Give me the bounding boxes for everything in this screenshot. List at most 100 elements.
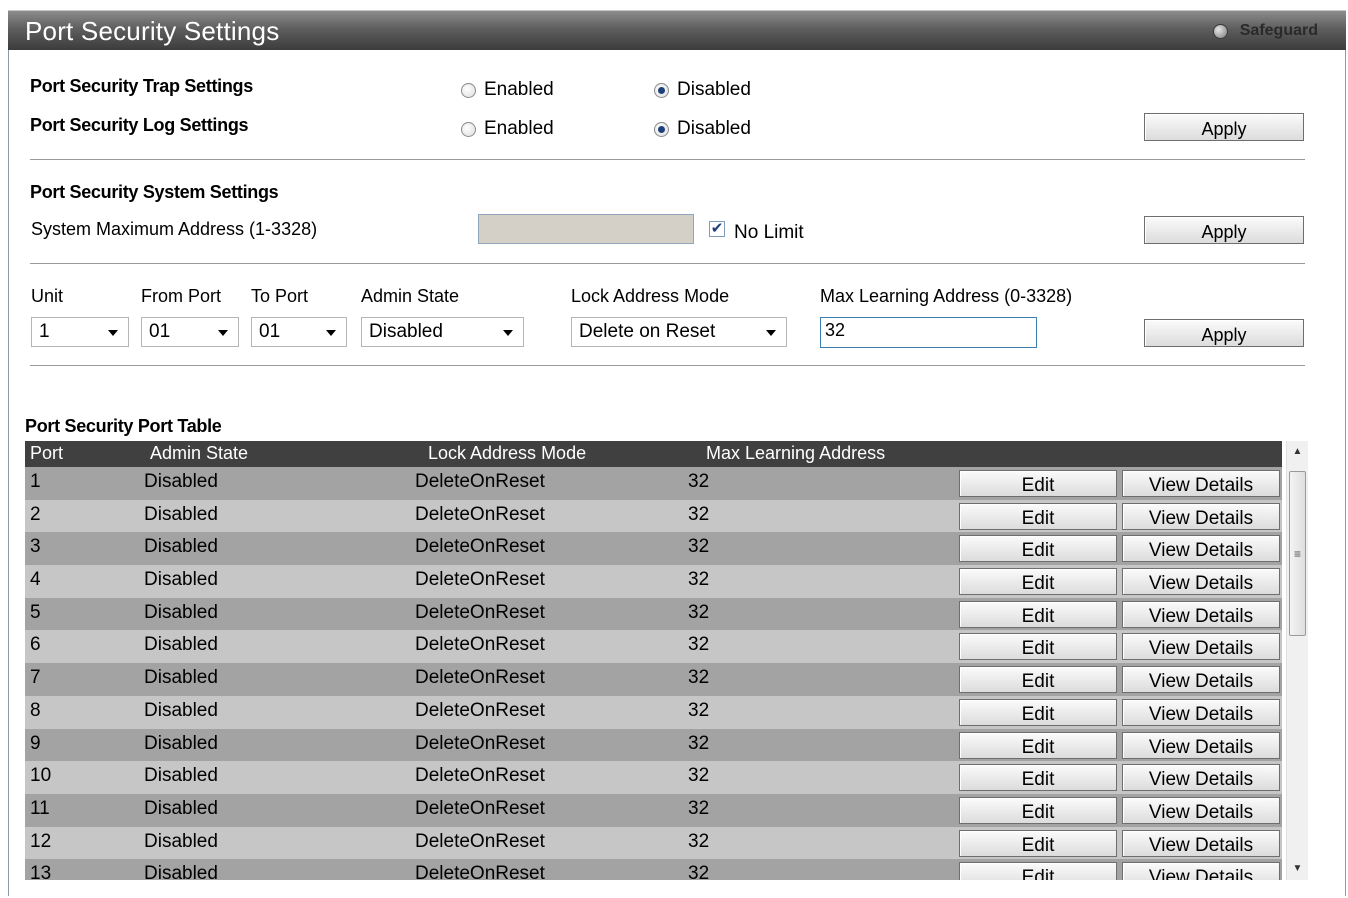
view-details-button[interactable]: View Details (1122, 731, 1280, 759)
table-row: 6 Disabled DeleteOnReset 32 Edit View Details (25, 630, 1282, 664)
admin-state-select-value: Disabled (369, 321, 443, 342)
cell-admin-state: Disabled (144, 699, 218, 721)
edit-button[interactable]: Edit (959, 535, 1117, 563)
scroll-down-arrow-icon[interactable]: ▼ (1287, 858, 1308, 880)
column-header-admin-state: Admin State (150, 443, 249, 463)
max-learning-label: Max Learning Address (0-3328) (820, 286, 1073, 306)
no-limit-label: No Limit (734, 222, 804, 243)
trap-disabled-radio[interactable] (654, 82, 669, 98)
trap-enabled-radio[interactable] (461, 82, 476, 98)
cell-max-learning: 32 (688, 863, 710, 880)
edit-button[interactable]: Edit (959, 764, 1117, 792)
from-port-label: From Port (141, 286, 222, 306)
edit-button[interactable]: Edit (959, 666, 1117, 694)
view-details-button[interactable]: View Details (1122, 666, 1280, 694)
log-disabled-radio[interactable] (654, 121, 669, 137)
scroll-thumb[interactable]: ≡ (1289, 471, 1306, 636)
system-max-address-input[interactable] (478, 214, 694, 244)
table-row: 2 Disabled DeleteOnReset 32 Edit View Details (25, 499, 1282, 533)
system-settings-apply-button[interactable]: Apply (1144, 216, 1304, 244)
edit-button[interactable]: Edit (959, 600, 1117, 628)
from-port-select[interactable]: 01 (141, 317, 239, 347)
divider (30, 263, 1305, 264)
from-port-select-value: 01 (149, 321, 171, 342)
view-details-button[interactable]: View Details (1122, 568, 1280, 596)
edit-button[interactable]: Edit (959, 829, 1117, 857)
view-details-button[interactable]: View Details (1122, 764, 1280, 792)
to-port-select[interactable]: 01 (251, 317, 347, 347)
table-row: 7 Disabled DeleteOnReset 32 Edit View Details (25, 663, 1282, 696)
log-enabled-radio[interactable] (461, 121, 476, 137)
lock-mode-select[interactable]: Delete on Reset (571, 317, 787, 347)
cell-lock-mode: DeleteOnReset (415, 863, 545, 880)
log-disabled-radio-group[interactable]: Disabled (654, 118, 751, 140)
port-table-title: Port Security Port Table (25, 416, 222, 436)
cell-port: 3 (30, 536, 41, 558)
cell-lock-mode: DeleteOnReset (415, 667, 545, 689)
cell-admin-state: Disabled (144, 569, 218, 591)
no-limit-checkbox[interactable]: ✔ (709, 221, 725, 237)
edit-button[interactable]: Edit (959, 796, 1117, 824)
table-row: 11 Disabled DeleteOnReset 32 Edit View Detail… (25, 793, 1282, 827)
cell-port: 1 (30, 471, 41, 492)
lock-mode-label: Lock Address Mode (571, 286, 730, 306)
system-max-address-label: System Maximum Address (1-3328) (31, 219, 318, 239)
table-row: 5 Disabled DeleteOnReset 32 Edit View Details (25, 597, 1282, 631)
edit-button[interactable]: Edit (959, 731, 1117, 759)
trap-log-apply-button[interactable]: Apply (1144, 113, 1304, 141)
cell-admin-state: Disabled (144, 732, 218, 754)
cell-port: 13 (30, 863, 52, 880)
cell-lock-mode: DeleteOnReset (415, 765, 545, 787)
cell-port: 9 (30, 732, 41, 754)
cell-admin-state: Disabled (144, 536, 218, 558)
view-details-button[interactable]: View Details (1122, 862, 1280, 880)
cell-port: 12 (30, 830, 52, 852)
divider (30, 159, 1305, 160)
view-details-button[interactable]: View Details (1122, 633, 1280, 661)
trap-enabled-radio-group[interactable]: Enabled (461, 79, 554, 101)
unit-select[interactable]: 1 (31, 317, 129, 347)
divider (30, 365, 1305, 366)
edit-button[interactable]: Edit (959, 698, 1117, 726)
edit-button[interactable]: Edit (959, 470, 1117, 497)
edit-button[interactable]: Edit (959, 568, 1117, 596)
cell-admin-state: Disabled (144, 601, 218, 623)
trap-disabled-radio-group[interactable]: Disabled (654, 79, 751, 101)
cell-max-learning: 32 (688, 471, 710, 492)
cell-lock-mode: DeleteOnReset (415, 732, 545, 754)
safeguard-led-icon (1212, 23, 1228, 39)
cell-admin-state: Disabled (144, 667, 218, 689)
view-details-button[interactable]: View Details (1122, 535, 1280, 563)
edit-button[interactable]: Edit (959, 633, 1117, 661)
scroll-up-arrow-icon[interactable]: ▲ (1287, 441, 1308, 463)
cell-lock-mode: DeleteOnReset (415, 634, 545, 656)
cell-port: 5 (30, 601, 41, 623)
page-title: Port Security Settings (25, 16, 280, 46)
cell-lock-mode: DeleteOnReset (415, 797, 545, 819)
max-learning-input[interactable]: 32 (820, 317, 1037, 348)
table-scrollbar[interactable]: ▲ ≡ ▼ (1286, 441, 1308, 880)
admin-state-select[interactable]: Disabled (361, 317, 524, 347)
edit-button[interactable]: Edit (959, 502, 1117, 530)
chevron-down-icon (108, 330, 118, 336)
view-details-button[interactable]: View Details (1122, 502, 1280, 530)
column-header-port: Port (30, 443, 64, 463)
view-details-button[interactable]: View Details (1122, 796, 1280, 824)
log-enabled-radio-group[interactable]: Enabled (461, 118, 554, 140)
trap-settings-label: Port Security Trap Settings (30, 76, 253, 96)
port-config-apply-button[interactable]: Apply (1144, 319, 1304, 347)
view-details-button[interactable]: View Details (1122, 829, 1280, 857)
safeguard-label: Safeguard (1239, 22, 1318, 39)
port-table-body: 1 Disabled DeleteOnReset 32 Edit View Details… (25, 467, 1282, 880)
title-bar: Port Security Settings Safeguard (8, 10, 1346, 50)
view-details-button[interactable]: View Details (1122, 698, 1280, 726)
view-details-button[interactable]: View Details (1122, 600, 1280, 628)
cell-admin-state: Disabled (144, 503, 218, 525)
table-row: 9 Disabled DeleteOnReset 32 Edit View Details (25, 728, 1282, 762)
cell-lock-mode: DeleteOnReset (415, 536, 545, 558)
column-header-lock-mode: Lock Address Mode (428, 443, 587, 463)
edit-button[interactable]: Edit (959, 862, 1117, 880)
view-details-button[interactable]: View Details (1122, 470, 1280, 497)
table-row: 12 Disabled DeleteOnReset 32 Edit View Detail… (25, 826, 1282, 860)
system-settings-heading: Port Security System Settings (30, 182, 279, 202)
